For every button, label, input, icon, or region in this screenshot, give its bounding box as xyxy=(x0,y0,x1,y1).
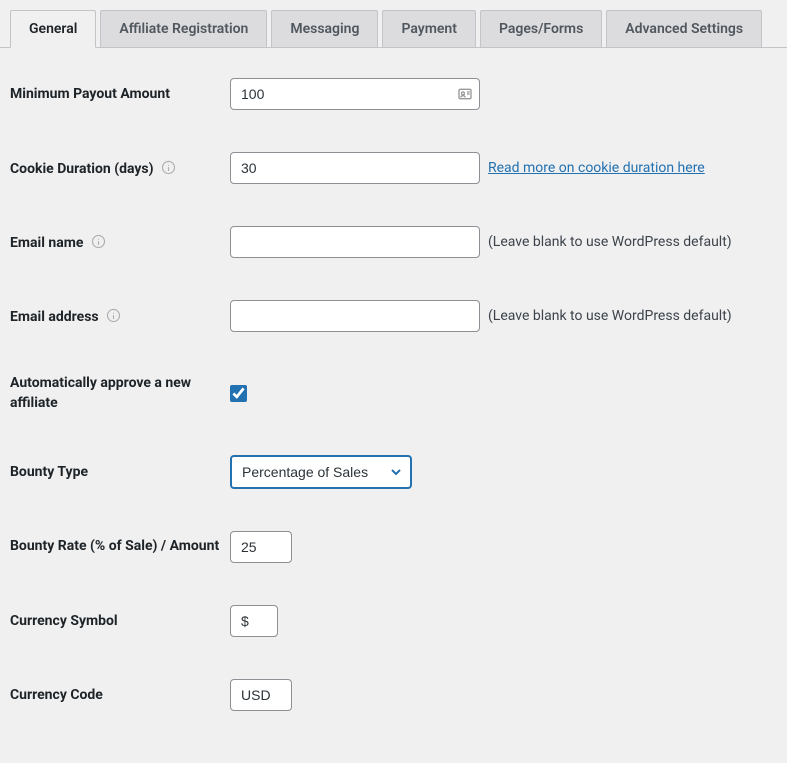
tab-pages-forms[interactable]: Pages/Forms xyxy=(480,10,602,47)
label-email-name: Email name xyxy=(10,234,230,251)
row-auto-approve: Automatically approve a new affiliate xyxy=(10,374,777,413)
min-payout-wrapper xyxy=(230,78,480,110)
label-auto-approve: Automatically approve a new affiliate xyxy=(10,374,230,413)
row-email-address: Email address (Leave blank to use WordPr… xyxy=(10,300,777,332)
tab-general[interactable]: General xyxy=(10,10,96,48)
label-currency-symbol: Currency Symbol xyxy=(10,613,230,629)
row-cookie-duration: Cookie Duration (days) Read more on cook… xyxy=(10,152,777,184)
bounty-type-wrap: Percentage of Sales xyxy=(230,455,412,489)
row-bounty-rate: Bounty Rate (% of Sale) / Amount xyxy=(10,531,777,563)
label-cookie-duration-text: Cookie Duration (days) xyxy=(10,161,154,177)
cookie-duration-link[interactable]: Read more on cookie duration here xyxy=(488,160,705,176)
contact-card-icon xyxy=(457,86,473,102)
email-name-input[interactable] xyxy=(230,226,480,258)
label-cookie-duration: Cookie Duration (days) xyxy=(10,160,230,177)
min-payout-input[interactable] xyxy=(230,78,480,110)
row-currency-symbol: Currency Symbol xyxy=(10,605,777,637)
label-min-payout: Minimum Payout Amount xyxy=(10,86,230,102)
tab-messaging[interactable]: Messaging xyxy=(271,10,378,47)
label-bounty-type: Bounty Type xyxy=(10,464,230,480)
email-address-hint: (Leave blank to use WordPress default) xyxy=(488,308,732,324)
tab-advanced-settings[interactable]: Advanced Settings xyxy=(606,10,762,47)
currency-code-input[interactable] xyxy=(230,679,292,711)
auto-approve-checkbox[interactable] xyxy=(230,385,247,402)
tab-affiliate-registration[interactable]: Affiliate Registration xyxy=(100,10,267,47)
tabs-nav: General Affiliate Registration Messaging… xyxy=(0,0,787,48)
tab-payment[interactable]: Payment xyxy=(382,10,476,47)
info-icon[interactable] xyxy=(91,234,106,249)
label-currency-code: Currency Code xyxy=(10,687,230,703)
email-address-input[interactable] xyxy=(230,300,480,332)
row-min-payout: Minimum Payout Amount xyxy=(10,78,777,110)
cookie-duration-input[interactable] xyxy=(230,152,480,184)
email-name-hint: (Leave blank to use WordPress default) xyxy=(488,234,732,250)
bounty-rate-input[interactable] xyxy=(230,531,292,563)
row-bounty-type: Bounty Type Percentage of Sales xyxy=(10,455,777,489)
currency-symbol-input[interactable] xyxy=(230,605,278,637)
row-currency-code: Currency Code xyxy=(10,679,777,711)
info-icon[interactable] xyxy=(161,160,176,175)
label-email-name-text: Email name xyxy=(10,235,83,251)
label-email-address-text: Email address xyxy=(10,309,99,325)
form-area: Minimum Payout Amount Cookie Duration (d… xyxy=(0,48,787,763)
info-icon[interactable] xyxy=(106,308,121,323)
row-email-name: Email name (Leave blank to use WordPress… xyxy=(10,226,777,258)
label-bounty-rate: Bounty Rate (% of Sale) / Amount xyxy=(10,537,230,557)
label-email-address: Email address xyxy=(10,308,230,325)
bounty-type-select[interactable]: Percentage of Sales xyxy=(230,455,412,489)
